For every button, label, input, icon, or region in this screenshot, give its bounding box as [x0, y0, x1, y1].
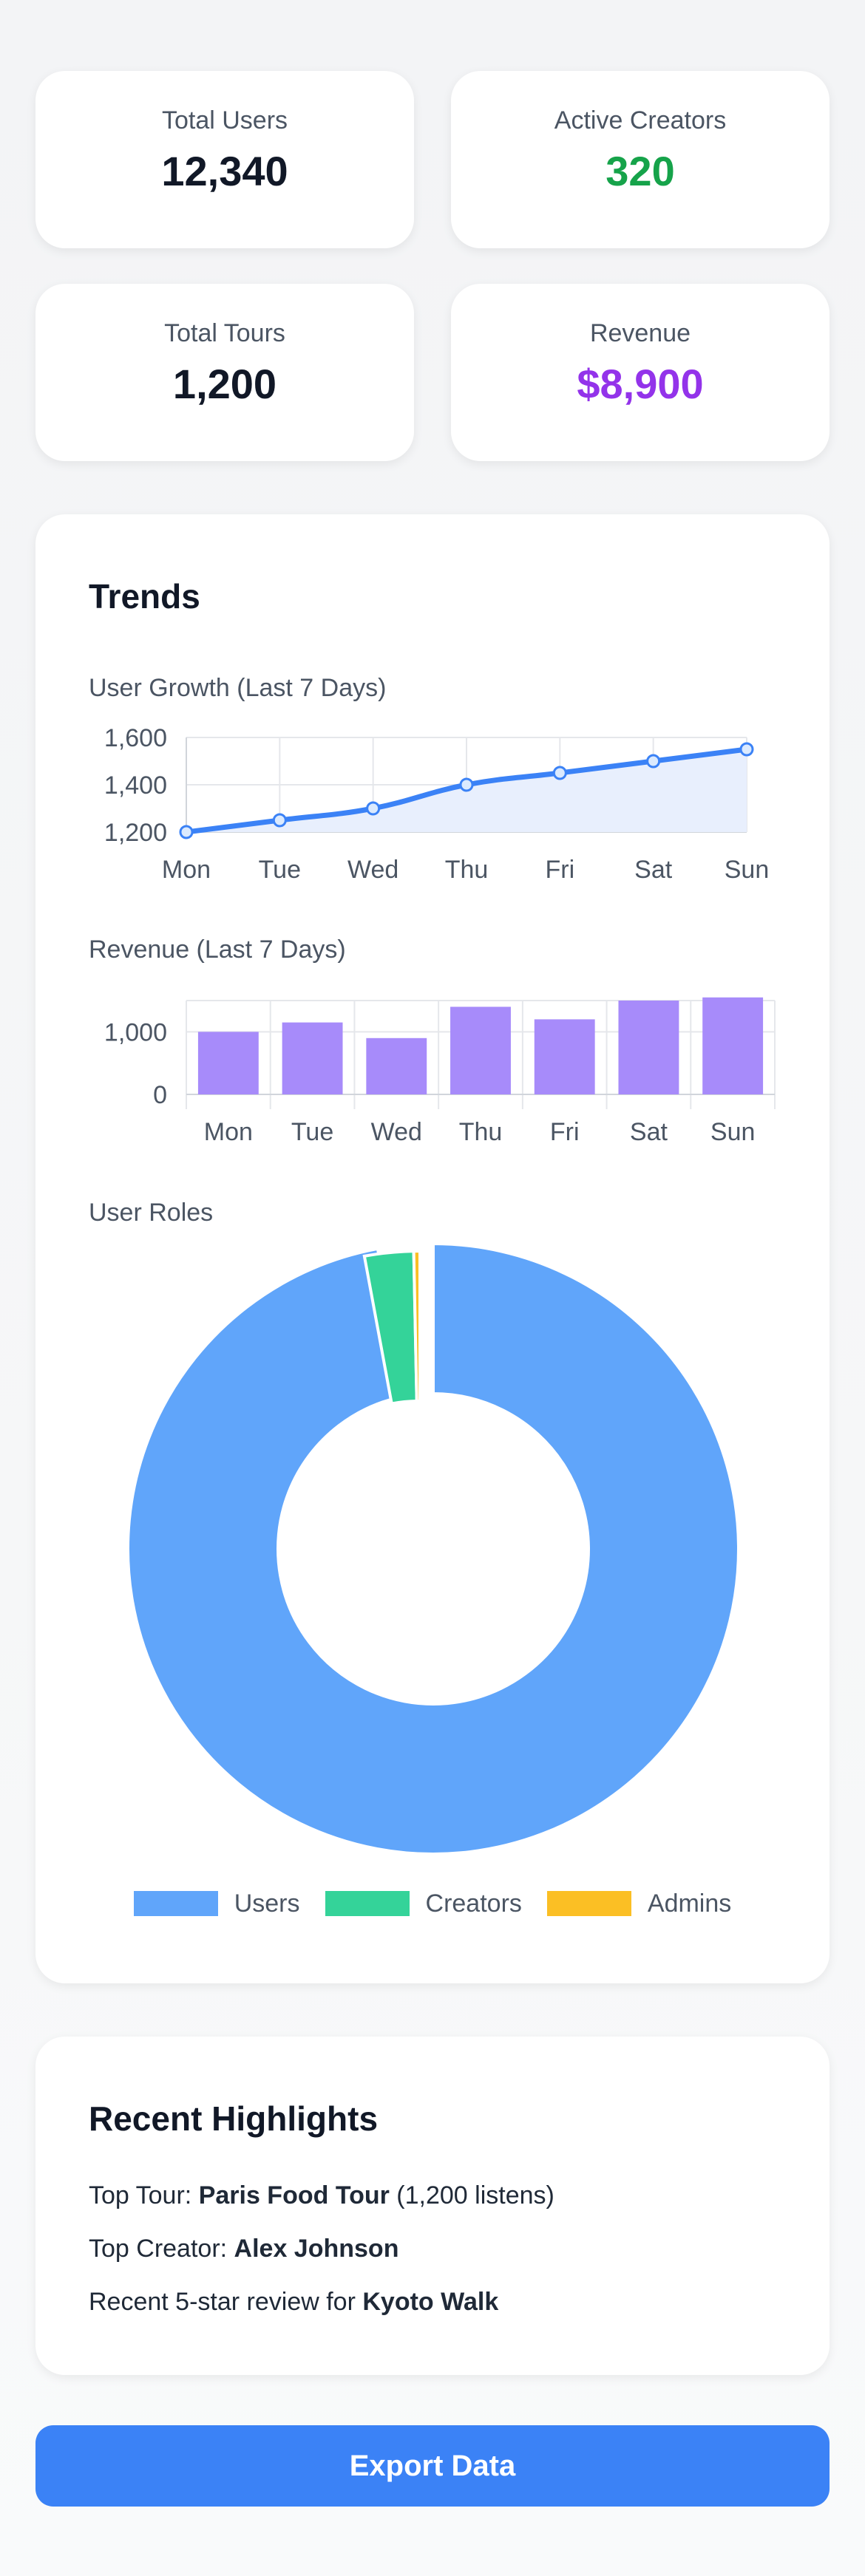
highlight-prefix: Recent 5-star review for — [89, 2288, 363, 2316]
revenue-bar — [702, 997, 764, 1094]
x-tick-label: Mon — [204, 1118, 253, 1146]
highlight-prefix: Top Creator: — [89, 2235, 234, 2263]
stat-card-total-users: Total Users 12,340 — [35, 71, 414, 248]
stat-card-revenue: Revenue $8,900 — [451, 284, 830, 461]
highlight-top-tour: Top Tour: Paris Food Tour (1,200 listens… — [89, 2181, 554, 2210]
x-tick-label: Sun — [710, 1118, 756, 1146]
x-tick-label: Sat — [634, 856, 673, 884]
stat-label: Total Tours — [164, 319, 285, 347]
x-tick-label: Fri — [550, 1118, 580, 1146]
x-tick-label: Tue — [259, 856, 301, 884]
y-tick-label: 1,400 — [104, 771, 167, 800]
legend-label: Admins — [647, 1889, 732, 1918]
line-point — [179, 825, 194, 839]
y-tick-label: 0 — [153, 1081, 167, 1109]
stat-label: Total Users — [161, 106, 288, 134]
revenue-bar-chart: 0 1,000 Mon Tue Wed Thu Fri Sat Sun — [104, 997, 776, 1146]
x-tick-label: Wed — [347, 856, 398, 884]
user-roles-legend: Users Creators Admins — [35, 1881, 830, 1926]
stat-value: $8,900 — [577, 361, 704, 407]
stat-label: Active Creators — [554, 106, 727, 134]
highlights-card: Recent Highlights Top Tour: Paris Food T… — [35, 2037, 830, 2375]
y-tick-label: 1,000 — [104, 1018, 167, 1046]
revenue-bar — [450, 1006, 511, 1094]
x-tick-label: Wed — [371, 1118, 422, 1146]
legend-label: Users — [234, 1889, 300, 1918]
line-point — [739, 742, 754, 757]
x-tick-label: Tue — [291, 1118, 333, 1146]
y-tick-label: 1,200 — [104, 819, 167, 847]
highlight-suffix: (1,200 listens) — [389, 2181, 554, 2209]
revenue-bar — [366, 1037, 427, 1094]
revenue-bar — [618, 1001, 679, 1094]
x-tick-label: Thu — [445, 856, 489, 884]
trends-title: Trends — [89, 577, 200, 616]
export-data-button[interactable]: Export Data — [35, 2425, 830, 2507]
x-tick-label: Fri — [546, 856, 575, 884]
legend-swatch — [546, 1891, 631, 1916]
legend-swatch — [325, 1891, 410, 1916]
line-point — [366, 801, 381, 816]
highlight-review: Recent 5-star review for Kyoto Walk — [89, 2288, 498, 2317]
revenue-bar — [197, 1032, 259, 1094]
stat-label: Revenue — [589, 319, 691, 347]
legend-label: Creators — [425, 1889, 522, 1918]
revenue-bar — [282, 1022, 343, 1094]
x-tick-label: Sun — [725, 856, 770, 884]
legend-item-admins[interactable]: Admins — [546, 1889, 732, 1918]
user-growth-line-chart: 1,200 1,400 1,600 Mon Tue Wed Thu Fri Sat Sun — [104, 724, 770, 884]
x-tick-label: Sat — [630, 1118, 668, 1146]
stat-card-active-creators: Active Creators 320 — [451, 71, 830, 248]
line-point — [459, 777, 474, 792]
user-roles-donut-chart — [126, 1241, 740, 1856]
line-point — [552, 766, 567, 780]
dashboard-page: Total Users 12,340 Active Creators 320 T… — [0, 0, 865, 2576]
stat-value: 1,200 — [172, 361, 277, 407]
line-point — [272, 813, 287, 828]
legend-item-creators[interactable]: Creators — [325, 1890, 522, 1918]
review-tour-name: Kyoto Walk — [362, 2288, 499, 2316]
legend-swatch — [133, 1891, 218, 1916]
stat-value: 320 — [606, 148, 675, 194]
user-roles-label: User Roles — [89, 1199, 214, 1227]
highlight-prefix: Top Tour: — [89, 2181, 199, 2209]
stat-value: 12,340 — [161, 148, 288, 194]
stat-card-total-tours: Total Tours 1,200 — [35, 284, 414, 461]
user-growth-label: User Growth (Last 7 Days) — [89, 674, 387, 702]
top-tour-name: Paris Food Tour — [198, 2181, 390, 2209]
pie-slice-users — [126, 1241, 740, 1856]
top-creator-name: Alex Johnson — [234, 2235, 399, 2263]
highlights-title: Recent Highlights — [89, 2099, 379, 2138]
line-point — [646, 754, 661, 769]
revenue-label: Revenue (Last 7 Days) — [89, 936, 346, 964]
highlight-top-creator: Top Creator: Alex Johnson — [89, 2235, 398, 2263]
y-tick-label: 1,600 — [104, 724, 167, 752]
trends-card: Trends User Growth (Last 7 Days) 1,200 1,… — [35, 514, 830, 1983]
x-tick-label: Mon — [162, 856, 211, 884]
legend-item-users[interactable]: Users — [133, 1889, 300, 1918]
revenue-bar — [534, 1019, 595, 1094]
x-tick-label: Thu — [459, 1118, 503, 1146]
